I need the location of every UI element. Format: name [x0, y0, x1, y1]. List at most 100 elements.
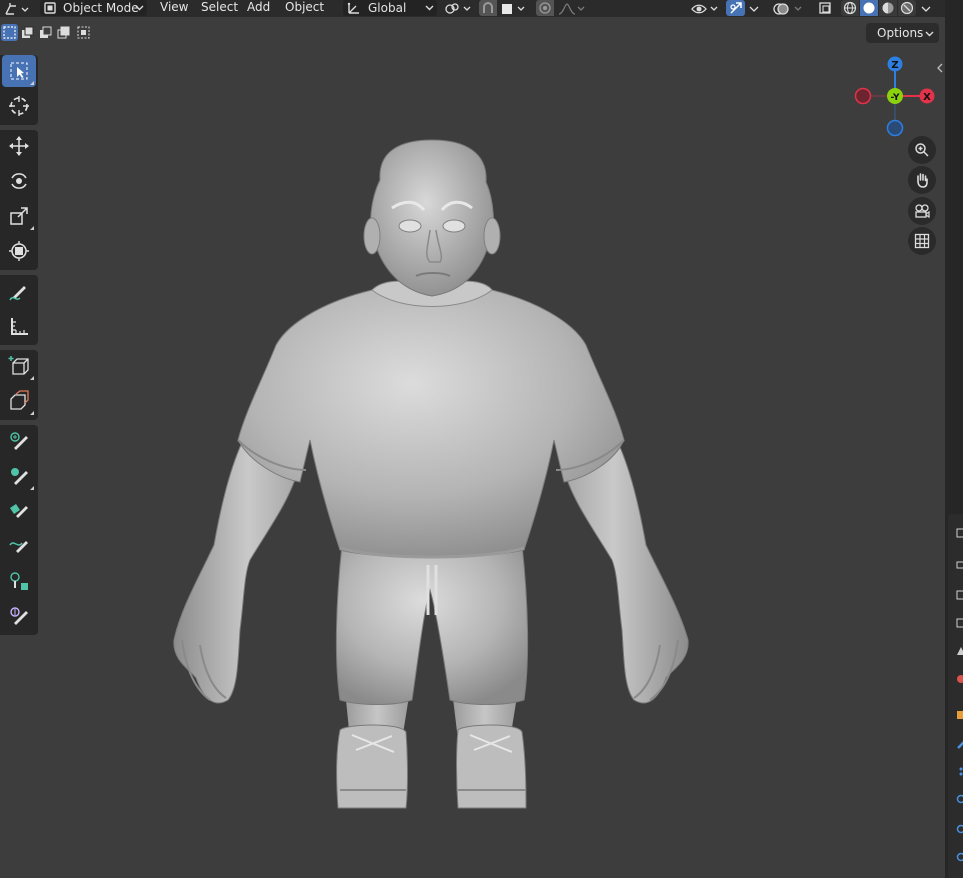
physics-tab-icon[interactable] [956, 794, 963, 804]
toolgroup-annotate [0, 275, 38, 345]
3d-viewport-icon [5, 2, 29, 15]
sidebar-toggle-arrow[interactable] [936, 62, 944, 76]
move-icon [9, 136, 29, 156]
toolgroup-sculpt-brushes [0, 425, 38, 635]
menu-view[interactable]: View [160, 0, 188, 17]
transform-orientation-dropdown[interactable]: Global [343, 0, 437, 16]
render-tab-icon[interactable] [956, 560, 963, 570]
select-mode-extend[interactable] [19, 24, 36, 41]
orientation-label: Global [368, 1, 407, 15]
view-layer-tab-icon[interactable] [956, 618, 963, 628]
world-tab-icon[interactable] [956, 674, 963, 684]
scene-tab-icon[interactable] [956, 646, 963, 656]
ortho-toggle-button[interactable] [908, 227, 936, 255]
visibility-dropdown[interactable] [690, 0, 720, 17]
toolgroup-add [0, 350, 38, 420]
select-intersect-icon [77, 26, 90, 39]
tool-select-box[interactable] [2, 55, 36, 87]
add-cube-icon [8, 356, 29, 375]
shading-options-dropdown[interactable] [920, 0, 932, 17]
wireframe-shading-icon [843, 1, 857, 15]
zoom-icon [915, 143, 929, 157]
character-mesh[interactable] [0, 0, 945, 878]
particles-tab-icon[interactable] [956, 766, 963, 776]
object-tab-icon[interactable] [956, 710, 963, 720]
xray-toggle[interactable] [816, 0, 834, 16]
pivot-point-dropdown[interactable] [444, 0, 472, 17]
tool-scale[interactable] [2, 200, 36, 232]
tool-extrude[interactable] [2, 385, 36, 417]
camera-view-icon [915, 204, 930, 219]
navigation-gizmo[interactable]: Z X -Y [853, 54, 939, 140]
overlay-dropdown[interactable] [772, 0, 804, 17]
gizmo-icon [729, 2, 742, 14]
tool-brush-draw[interactable] [2, 425, 36, 457]
solid-shading-icon [863, 2, 875, 14]
axis-neg-z-icon[interactable] [886, 119, 904, 137]
rotate-icon [11, 173, 27, 189]
falloff-curve-icon [558, 2, 585, 15]
brush-crease-icon [9, 541, 28, 553]
brush-draw-icon [10, 432, 28, 450]
select-mode-intersect[interactable] [75, 24, 92, 41]
axis-neg-x-icon[interactable] [854, 87, 872, 105]
options-dropdown[interactable]: Options [866, 23, 939, 43]
tool-brush-fill[interactable] [2, 495, 36, 527]
measure-icon [11, 318, 28, 335]
shading-wireframe[interactable] [841, 0, 859, 16]
tool-brush-crease[interactable] [2, 530, 36, 562]
falloff-dropdown[interactable] [557, 0, 587, 17]
rendered-shading-icon [900, 1, 914, 15]
pan-button[interactable] [908, 166, 936, 194]
chevron-down-icon [925, 31, 934, 37]
material-preview-shading-icon [882, 2, 894, 14]
proportional-edit-toggle[interactable] [536, 0, 554, 16]
tool-transform[interactable] [2, 235, 36, 267]
tool-move[interactable] [2, 130, 36, 162]
transform-icon [9, 241, 29, 261]
tool-brush-mask[interactable] [2, 565, 36, 597]
axis-y-label: -Y [891, 93, 900, 103]
select-mode-difference[interactable] [55, 24, 72, 41]
brush-mask-icon [10, 572, 28, 590]
tool-measure[interactable] [2, 310, 36, 342]
select-mode-subtract[interactable] [37, 24, 54, 41]
tool-tab-icon[interactable] [956, 528, 963, 538]
tool-cursor[interactable] [2, 90, 36, 122]
editor-type-button[interactable] [4, 0, 30, 17]
snap-target-dropdown[interactable] [500, 0, 528, 17]
axis-x-label: X [923, 92, 931, 103]
mode-label: Object Mode [63, 1, 139, 15]
output-tab-icon[interactable] [956, 590, 963, 600]
data-tab-icon[interactable] [956, 852, 963, 862]
shading-solid[interactable] [860, 0, 878, 16]
constraints-tab-icon[interactable] [956, 824, 963, 834]
object-mode-icon [44, 2, 56, 14]
mode-dropdown[interactable]: Object Mode [40, 0, 147, 16]
tool-add-cube[interactable] [2, 350, 36, 382]
axis-z-label: Z [891, 60, 898, 71]
modifier-tab-icon[interactable] [956, 740, 963, 750]
chevron-down-icon [135, 5, 144, 11]
brush-blob-icon [11, 468, 28, 485]
menu-select[interactable]: Select [201, 0, 238, 17]
brush-fill-icon [10, 504, 28, 518]
menu-add[interactable]: Add [247, 0, 270, 17]
menu-object[interactable]: Object [285, 0, 324, 17]
3d-viewport[interactable] [0, 0, 945, 878]
gizmo-dropdown[interactable] [748, 0, 760, 17]
camera-view-button[interactable] [908, 197, 936, 225]
tool-brush-blob[interactable] [2, 460, 36, 492]
tool-brush-pose[interactable] [2, 600, 36, 632]
snap-toggle[interactable] [479, 0, 497, 16]
properties-tabs [948, 514, 963, 878]
tool-annotate[interactable] [2, 275, 36, 307]
tool-rotate[interactable] [2, 165, 36, 197]
select-mode-new[interactable] [1, 24, 18, 41]
gizmo-toggle[interactable] [726, 0, 745, 16]
shading-material-preview[interactable] [879, 0, 897, 16]
zoom-button[interactable] [908, 136, 936, 164]
shading-rendered[interactable] [898, 0, 916, 16]
overlay-icon [773, 2, 802, 15]
properties-editor-edge [945, 0, 963, 878]
